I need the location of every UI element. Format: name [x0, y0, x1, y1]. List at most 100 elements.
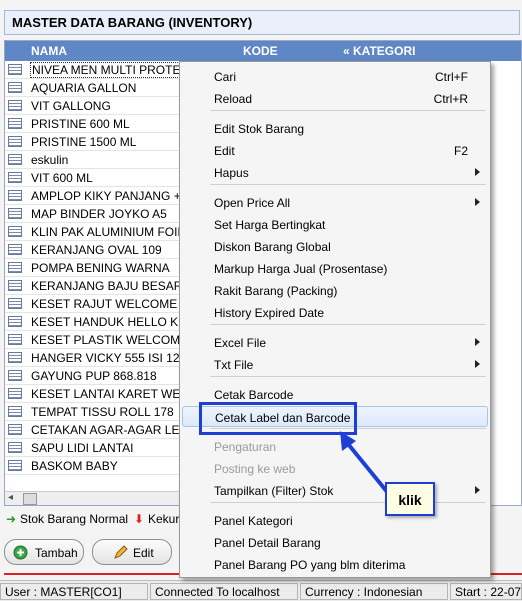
- row-nama: KESET RAJUT WELCOME: [31, 297, 178, 311]
- table-row[interactable]: TEMPAT TISSU ROLL 178: [5, 403, 205, 421]
- form-title-bar: MASTER DATA BARANG (INVENTORY): [4, 10, 520, 35]
- table-row[interactable]: GAYUNG PUP 868.818: [5, 367, 205, 385]
- menu-item-panel-detail-barang[interactable]: Panel Detail Barang: [182, 532, 488, 553]
- scroll-thumb[interactable]: [23, 493, 37, 505]
- table-row[interactable]: SAPU LIDI LANTAI: [5, 439, 205, 457]
- row-nama: KESET HANDUK HELLO KITT: [31, 315, 197, 329]
- table-row[interactable]: HANGER VICKY 555 ISI 12: [5, 349, 205, 367]
- menu-item-panel-kategori[interactable]: Panel Kategori: [182, 510, 488, 531]
- record-icon: [8, 316, 22, 327]
- menu-item-cari[interactable]: Cari Ctrl+F: [182, 66, 488, 87]
- menu-separator: [210, 376, 486, 377]
- menu-separator: [210, 184, 486, 185]
- record-icon: [8, 208, 22, 219]
- menu-item-label: History Expired Date: [214, 306, 325, 320]
- record-icon: [8, 136, 22, 147]
- table-row[interactable]: PRISTINE 1500 ML: [5, 133, 205, 151]
- arrow-right-icon: ➜: [6, 512, 17, 526]
- status-currency: Currency : Indonesian: [300, 583, 448, 600]
- menu-item-label: Edit: [214, 144, 235, 158]
- record-icon: [8, 262, 22, 273]
- scroll-left-icon[interactable]: ◂: [8, 492, 13, 503]
- row-nama: SAPU LIDI LANTAI: [31, 441, 134, 455]
- menu-item-label: Excel File: [214, 336, 267, 350]
- legend-normal: Stok Barang Normal: [20, 512, 129, 526]
- app-window: MASTER DATA BARANG (INVENTORY) NAMA KODE…: [0, 0, 522, 601]
- column-header-kategori[interactable]: « KATEGORI: [343, 44, 415, 58]
- menu-item-reload[interactable]: Reload Ctrl+R: [182, 88, 488, 109]
- row-nama: VIT 600 ML: [31, 171, 93, 185]
- table-row[interactable]: KERANJANG BAJU BESAR: [5, 277, 205, 295]
- table-row[interactable]: BASKOM BABY: [5, 457, 205, 475]
- table-row[interactable]: VIT 600 ML: [5, 169, 205, 187]
- menu-item-label: Open Price All: [214, 196, 291, 210]
- record-icon: [8, 370, 22, 381]
- horizontal-scrollbar[interactable]: ◂: [5, 491, 205, 505]
- column-header-nama[interactable]: NAMA: [31, 44, 67, 58]
- menu-item-rakit-barang-packing[interactable]: Rakit Barang (Packing): [182, 280, 488, 301]
- table-row[interactable]: KESET LANTAI KARET WELL: [5, 385, 205, 403]
- row-nama: KERANJANG BAJU BESAR: [31, 279, 183, 293]
- row-nama: KESET PLASTIK WELCOME: [31, 333, 189, 347]
- table-row[interactable]: CETAKAN AGAR-AGAR LEPA: [5, 421, 205, 439]
- status-bar: User : MASTER[CO1] Connected To localhos…: [0, 580, 522, 601]
- row-nama: eskulin: [31, 153, 69, 167]
- menu-item-label: Pengaturan: [214, 440, 277, 454]
- edit-button[interactable]: Edit: [92, 539, 172, 565]
- menu-item-markup-harga-jual-prosentase[interactable]: Markup Harga Jual (Prosentase): [182, 258, 488, 279]
- record-icon: [8, 172, 22, 183]
- table-row[interactable]: KLIN PAK ALUMINIUM FOIL F: [5, 223, 205, 241]
- menu-item-history-expired-date[interactable]: History Expired Date: [182, 302, 488, 323]
- callout-note: klik: [385, 482, 435, 516]
- menu-item-panel-barang-po-yang-blm-diterima[interactable]: Panel Barang PO yang blm diterima: [182, 554, 488, 575]
- menu-separator: [210, 110, 486, 111]
- column-header-kode[interactable]: KODE: [243, 44, 278, 58]
- callout-text: klik: [398, 492, 422, 508]
- table-row[interactable]: AMPLOP KIKY PANJANG + LE: [5, 187, 205, 205]
- table-row[interactable]: KERANJANG OVAL 109: [5, 241, 205, 259]
- menu-item-label: Cetak Barcode: [214, 388, 294, 402]
- table-row[interactable]: eskulin: [5, 151, 205, 169]
- row-nama: HANGER VICKY 555 ISI 12: [31, 351, 180, 365]
- table-row[interactable]: PRISTINE 600 ML: [5, 115, 205, 133]
- record-icon: [8, 460, 22, 471]
- table-row[interactable]: MAP BINDER JOYKO A5: [5, 205, 205, 223]
- menu-item-open-price-all[interactable]: Open Price All: [182, 192, 488, 213]
- row-nama: BASKOM BABY: [31, 459, 118, 473]
- submenu-arrow-icon: [475, 360, 480, 368]
- row-nama: KLIN PAK ALUMINIUM FOIL F: [31, 225, 195, 239]
- menu-item-edit[interactable]: Edit F2: [182, 140, 488, 161]
- edit-label: Edit: [133, 546, 154, 560]
- status-start: Start : 22-07-: [450, 583, 522, 600]
- table-row[interactable]: KESET PLASTIK WELCOME: [5, 331, 205, 349]
- menu-item-label: Rakit Barang (Packing): [214, 284, 338, 298]
- row-nama: KERANJANG OVAL 109: [31, 243, 162, 257]
- menu-item-label: Txt File: [214, 358, 254, 372]
- arrow-down-icon: ⬇: [134, 512, 145, 526]
- menu-item-set-harga-bertingkat[interactable]: Set Harga Bertingkat: [182, 214, 488, 235]
- table-row[interactable]: AQUARIA GALLON: [5, 79, 205, 97]
- menu-item-hapus[interactable]: Hapus: [182, 162, 488, 183]
- table-row[interactable]: KESET RAJUT WELCOME: [5, 295, 205, 313]
- submenu-arrow-icon: [475, 168, 480, 176]
- record-icon: [8, 100, 22, 111]
- menu-item-label: Tampilkan (Filter) Stok: [214, 484, 334, 498]
- submenu-arrow-icon: [475, 338, 480, 346]
- menu-item-edit-stok-barang[interactable]: Edit Stok Barang: [182, 118, 488, 139]
- table-row[interactable]: VIT GALLONG: [5, 97, 205, 115]
- menu-item-diskon-barang-global[interactable]: Diskon Barang Global: [182, 236, 488, 257]
- menu-item-label: Hapus: [214, 166, 249, 180]
- table-row[interactable]: NIVEA MEN MULTI PROTECT: [5, 61, 205, 79]
- tambah-button[interactable]: Tambah: [4, 539, 84, 565]
- record-icon: [8, 388, 22, 399]
- grid-header: NAMA KODE « KATEGORI: [5, 41, 521, 61]
- table-row[interactable]: KESET HANDUK HELLO KITT: [5, 313, 205, 331]
- table-row[interactable]: POMPA BENING WARNA: [5, 259, 205, 277]
- menu-item-shortcut: Ctrl+F: [435, 70, 468, 84]
- menu-item-label: Edit Stok Barang: [214, 122, 305, 136]
- menu-item-excel-file[interactable]: Excel File: [182, 332, 488, 353]
- row-nama: TEMPAT TISSU ROLL 178: [31, 405, 174, 419]
- menu-item-label: Panel Barang PO yang blm diterima: [214, 558, 406, 572]
- status-user: User : MASTER[CO1]: [0, 583, 148, 600]
- menu-item-txt-file[interactable]: Txt File: [182, 354, 488, 375]
